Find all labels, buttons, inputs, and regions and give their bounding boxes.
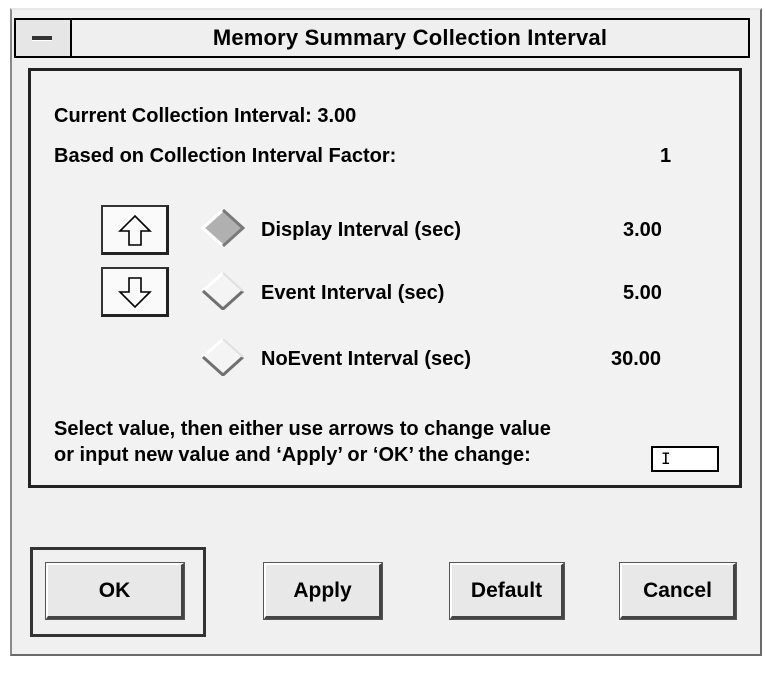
event-interval-value[interactable]: 5.00 xyxy=(623,282,662,305)
cancel-button[interactable]: Cancel xyxy=(619,562,737,620)
radio-noevent-interval[interactable] xyxy=(198,338,248,376)
display-interval-label: Display Interval (sec) xyxy=(261,219,462,241)
event-interval-label: Event Interval (sec) xyxy=(261,282,445,304)
title-bar: Memory Summary Collection Interval xyxy=(14,18,750,58)
ok-button[interactable]: OK xyxy=(45,562,185,620)
current-interval-label: Current Collection Interval: 3.00 xyxy=(54,105,357,127)
arrow-down-icon xyxy=(118,277,152,309)
window-menu-button[interactable] xyxy=(16,20,72,56)
default-button[interactable]: Default xyxy=(449,562,565,620)
instruction-line-1: Select value, then either use arrows to … xyxy=(54,418,551,440)
radio-event-interval[interactable] xyxy=(198,272,248,310)
noevent-interval-value[interactable]: 30.00 xyxy=(611,348,661,371)
factor-label: Based on Collection Interval Factor: xyxy=(54,145,397,167)
radio-display-interval[interactable] xyxy=(198,209,248,247)
noevent-interval-label: NoEvent Interval (sec) xyxy=(261,348,472,370)
new-value-input[interactable]: I xyxy=(651,446,719,472)
content-panel: Current Collection Interval: 3.00 Based … xyxy=(28,68,742,488)
display-interval-value[interactable]: 3.00 xyxy=(623,219,662,242)
instruction-line-2: or input new value and ‘Apply’ or ‘OK’ t… xyxy=(54,444,531,466)
window-menu-icon xyxy=(32,36,52,41)
decrease-button[interactable] xyxy=(101,267,169,317)
arrow-up-icon xyxy=(118,214,152,246)
window-title: Memory Summary Collection Interval xyxy=(212,25,608,50)
increase-button[interactable] xyxy=(101,205,169,255)
factor-value: 1 xyxy=(660,145,672,167)
apply-button[interactable]: Apply xyxy=(263,562,383,620)
